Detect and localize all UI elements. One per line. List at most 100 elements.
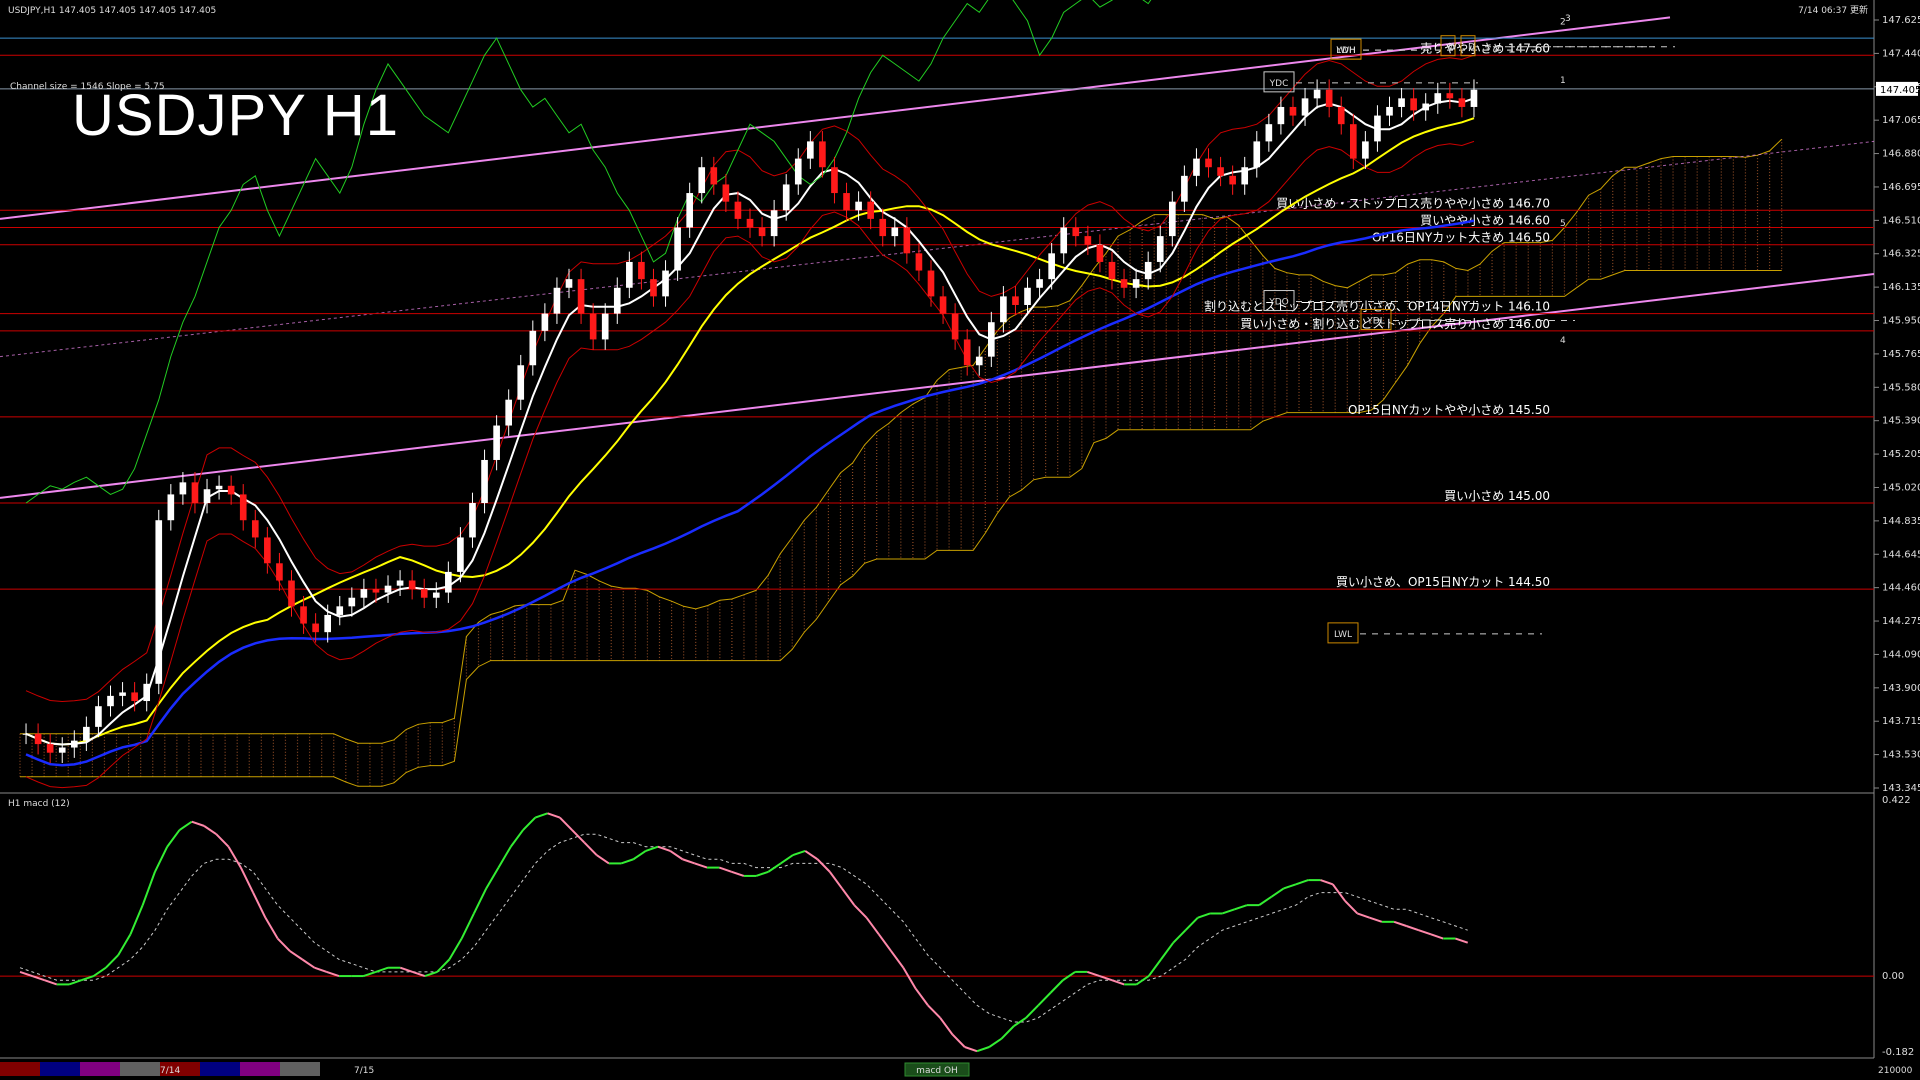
macd-segment: [828, 871, 843, 890]
macd-segment: [1172, 929, 1187, 944]
macd-segment: [657, 845, 671, 852]
bollinger-lower: [25, 140, 1475, 789]
macd-segment: [1418, 929, 1432, 936]
candle-body: [481, 459, 488, 504]
macd-segment: [1369, 916, 1383, 923]
candle-body: [251, 520, 259, 538]
candle-body: [855, 201, 862, 211]
price-tick-label: 146.880: [1882, 149, 1920, 160]
candle-body: [493, 425, 500, 460]
indicator-tab-label: macd OH: [916, 1066, 958, 1076]
candle-body: [746, 218, 754, 228]
candle-body: [1241, 167, 1249, 185]
macd-segment: [81, 975, 94, 982]
candle-body: [1060, 227, 1068, 254]
macd-segment: [166, 829, 181, 848]
macd-segment: [473, 888, 488, 914]
candle-body: [1422, 103, 1430, 111]
macd-segment: [1320, 879, 1334, 886]
candle-body: [1000, 296, 1007, 323]
candle-body: [975, 356, 983, 366]
candle-body: [46, 744, 54, 753]
macd-segment: [1160, 942, 1175, 960]
candle-body: [1458, 98, 1466, 107]
candle-body: [1362, 141, 1369, 159]
macd-segment: [93, 966, 107, 977]
candle-body: [577, 279, 585, 314]
price-tick-label: 147.440: [1882, 48, 1920, 59]
candle-body: [83, 726, 90, 741]
time-segment: [200, 1062, 240, 1076]
macd-segment: [1111, 979, 1125, 986]
channel-middle: [0, 140, 1875, 358]
candle-body: [1289, 106, 1297, 116]
macd-segment: [117, 933, 132, 956]
price-tick-label: 146.695: [1882, 182, 1920, 193]
candle-body: [155, 520, 163, 684]
channel-number: 4: [1560, 336, 1566, 346]
price-tick-label: 145.765: [1882, 349, 1920, 360]
macd-segment: [1000, 1025, 1015, 1040]
macd-segment: [412, 970, 426, 978]
symbol-info: USDJPY,H1 147.405 147.405 147.405 147.40…: [8, 6, 216, 16]
macd-segment: [1025, 1004, 1040, 1019]
candle-body: [348, 597, 356, 607]
macd-segment: [1135, 975, 1150, 986]
macd-segment: [780, 854, 794, 865]
macd-segment: [363, 970, 377, 978]
candle-body: [360, 589, 368, 598]
price-tick-label: 145.580: [1882, 382, 1920, 393]
price-tick-label: 144.460: [1882, 583, 1920, 594]
candle-body: [565, 279, 573, 288]
macd-segment: [1270, 887, 1285, 898]
candle-body: [819, 141, 826, 168]
macd-segment: [1356, 912, 1370, 919]
macd-segment: [68, 979, 82, 986]
candle-body: [638, 261, 645, 280]
candle-body: [191, 482, 199, 504]
candle-body: [1398, 98, 1405, 107]
candle-body: [408, 580, 416, 590]
candle-body: [843, 193, 850, 211]
price-tick-label: 145.205: [1882, 449, 1920, 460]
macd-segment: [951, 1033, 966, 1048]
macd-segment: [1087, 970, 1100, 978]
macd-segment: [141, 871, 156, 906]
candle-body: [1012, 296, 1019, 305]
macd-segment: [964, 1046, 978, 1053]
macd-segment: [694, 862, 708, 869]
macd-segment: [731, 870, 745, 877]
candle-body: [58, 747, 66, 753]
price-tick-label: 145.390: [1882, 416, 1920, 427]
candle-body: [336, 606, 344, 615]
candle-body: [1337, 106, 1345, 125]
candle-body: [1120, 279, 1128, 288]
candle-body: [1470, 89, 1478, 107]
macd-segment: [1283, 883, 1297, 890]
macd-segment: [645, 845, 659, 852]
candle-body: [626, 261, 633, 288]
candle-body: [770, 210, 778, 237]
senkou-span-b: [20, 270, 1782, 787]
candle-body: [1217, 167, 1224, 176]
macd-segment: [1258, 895, 1272, 906]
macd-segment: [326, 970, 340, 978]
candle-body: [1325, 89, 1333, 107]
candle-body: [794, 158, 802, 185]
macd-segment: [227, 846, 242, 869]
date-label: 7/15: [354, 1066, 374, 1076]
candle-body: [107, 695, 114, 707]
macd-segment: [485, 867, 500, 889]
time-segment: [120, 1062, 160, 1076]
level-label: 売りやや小さめ 147.60: [1420, 40, 1550, 55]
candle-body: [601, 313, 609, 340]
chart-canvas[interactable]: 12 345 売りやや小さめ 147.60買い小さめ・ストップロス売りやや小さめ …: [0, 0, 1920, 1080]
candle-body: [324, 614, 332, 633]
bottom-right-value: 210000: [1878, 1066, 1913, 1076]
macd-segment: [534, 812, 548, 819]
macd-segment: [497, 846, 512, 869]
macd-segment: [1393, 920, 1407, 927]
macd-segment: [632, 850, 647, 861]
macd-segment: [596, 854, 610, 865]
macd-segment: [1222, 908, 1235, 915]
